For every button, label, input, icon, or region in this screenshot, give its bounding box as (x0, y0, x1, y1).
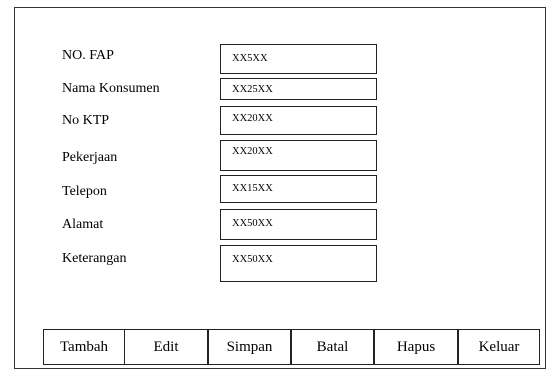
keluar-button[interactable]: Keluar (458, 329, 540, 365)
label-telepon: Telepon (62, 184, 107, 199)
batal-button[interactable]: Batal (291, 329, 374, 365)
label-nama-konsumen: Nama Konsumen (62, 81, 160, 96)
edit-button[interactable]: Edit (124, 329, 208, 365)
label-no-ktp: No KTP (62, 113, 110, 128)
no-fap-field[interactable]: XX5XX (220, 44, 377, 74)
nama-konsumen-field[interactable]: XX25XX (220, 78, 377, 100)
no-ktp-field[interactable]: XX20XX (220, 106, 377, 135)
hapus-button[interactable]: Hapus (374, 329, 458, 365)
keterangan-field[interactable]: XX50XX (220, 245, 377, 282)
tambah-button[interactable]: Tambah (43, 329, 125, 365)
label-alamat: Alamat (62, 217, 104, 232)
label-no-fap: NO. FAP (62, 48, 114, 63)
pekerjaan-field[interactable]: XX20XX (220, 140, 377, 171)
alamat-field[interactable]: XX50XX (220, 209, 377, 240)
label-pekerjaan: Pekerjaan (62, 150, 118, 165)
telepon-field[interactable]: XX15XX (220, 175, 377, 203)
label-keterangan: Keterangan (62, 251, 127, 266)
simpan-button[interactable]: Simpan (208, 329, 291, 365)
